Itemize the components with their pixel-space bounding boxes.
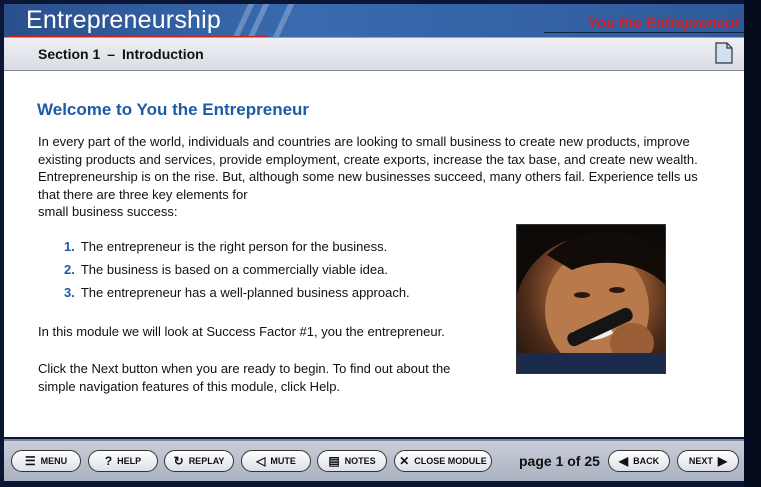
close-module-label: CLOSE MODULE <box>414 456 487 466</box>
notes-button[interactable]: ▤ NOTES <box>317 450 387 472</box>
module-paragraph: In this module we will look at Success F… <box>38 324 445 339</box>
brand-logo: You the Entrepreneur <box>587 15 740 32</box>
close-module-button[interactable]: ✕ CLOSE MODULE <box>394 450 492 472</box>
photo-illustration <box>517 225 665 373</box>
navigation-toolbar: ☰ MENU ? HELP ↻ REPLAY ◁ MUTE ▤ NOTES ✕ CLOSE … <box>4 439 744 481</box>
help-button[interactable]: ? HELP <box>88 450 158 472</box>
next-button[interactable]: NEXT ▶ <box>677 450 739 472</box>
section-title: Section 1– Introduction <box>38 46 204 62</box>
list-item: 1. The entrepreneur is the right person f… <box>64 235 410 258</box>
list-text: The business is based on a commercially … <box>80 262 388 277</box>
content-panel: Welcome to You the Entrepreneur In every… <box>4 71 744 437</box>
page-heading: Welcome to You the Entrepreneur <box>37 100 310 119</box>
arrow-left-icon: ◀ <box>618 454 629 468</box>
list-number: 2. <box>64 262 75 277</box>
brand-line <box>544 32 744 33</box>
man-on-phone-photo <box>516 224 666 374</box>
arrow-right-icon: ▶ <box>717 454 728 468</box>
list-item: 3. The entrepreneur has a well-planned bu… <box>64 281 410 304</box>
back-label: BACK <box>633 456 660 466</box>
app-title: Entrepreneurship <box>26 6 221 34</box>
intro-paragraph: In every part of the world, individuals … <box>38 133 698 221</box>
next-label: NEXT <box>688 456 713 466</box>
list-item: 2. The business is based on a commerciall… <box>64 258 410 281</box>
title-stripe <box>265 4 299 37</box>
replay-icon: ↻ <box>173 454 184 468</box>
instructions-paragraph: Click the Next button when you are ready… <box>38 361 451 394</box>
section-label: Section 1 <box>38 46 101 62</box>
replay-label: REPLAY <box>188 456 225 466</box>
intro-text: In every part of the world, individuals … <box>38 134 698 202</box>
list-number: 3. <box>64 285 75 300</box>
menu-button[interactable]: ☰ MENU <box>11 450 81 472</box>
question-icon: ? <box>104 454 113 468</box>
speaker-icon: ◁ <box>256 454 266 468</box>
replay-button[interactable]: ↻ REPLAY <box>164 450 234 472</box>
section-bar: Section 1– Introduction <box>4 37 744 72</box>
list-icon: ☰ <box>24 454 36 468</box>
title-bar: Entrepreneurship You the Entrepreneur <box>4 4 744 37</box>
close-icon: ✕ <box>399 454 410 468</box>
section-name: Introduction <box>122 46 204 62</box>
notes-icon: ▤ <box>328 454 340 468</box>
key-elements-list: 1. The entrepreneur is the right person f… <box>64 235 410 304</box>
intro-tail: small business success: <box>38 204 178 219</box>
back-button[interactable]: ◀ BACK <box>608 450 670 472</box>
mute-label: MUTE <box>270 456 296 466</box>
notes-label: NOTES <box>344 456 376 466</box>
menu-label: MENU <box>40 456 68 466</box>
help-label: HELP <box>117 456 142 466</box>
document-icon[interactable] <box>715 42 733 64</box>
page-indicator: page 1 of 25 <box>519 453 600 469</box>
window-edge <box>744 0 761 487</box>
section-separator: – <box>107 46 116 62</box>
list-number: 1. <box>64 239 75 254</box>
mute-button[interactable]: ◁ MUTE <box>241 450 311 472</box>
app-window: Entrepreneurship You the Entrepreneur Se… <box>0 0 761 487</box>
list-text: The entrepreneur has a well-planned busi… <box>80 285 410 300</box>
list-text: The entrepreneur is the right person for… <box>80 239 388 254</box>
